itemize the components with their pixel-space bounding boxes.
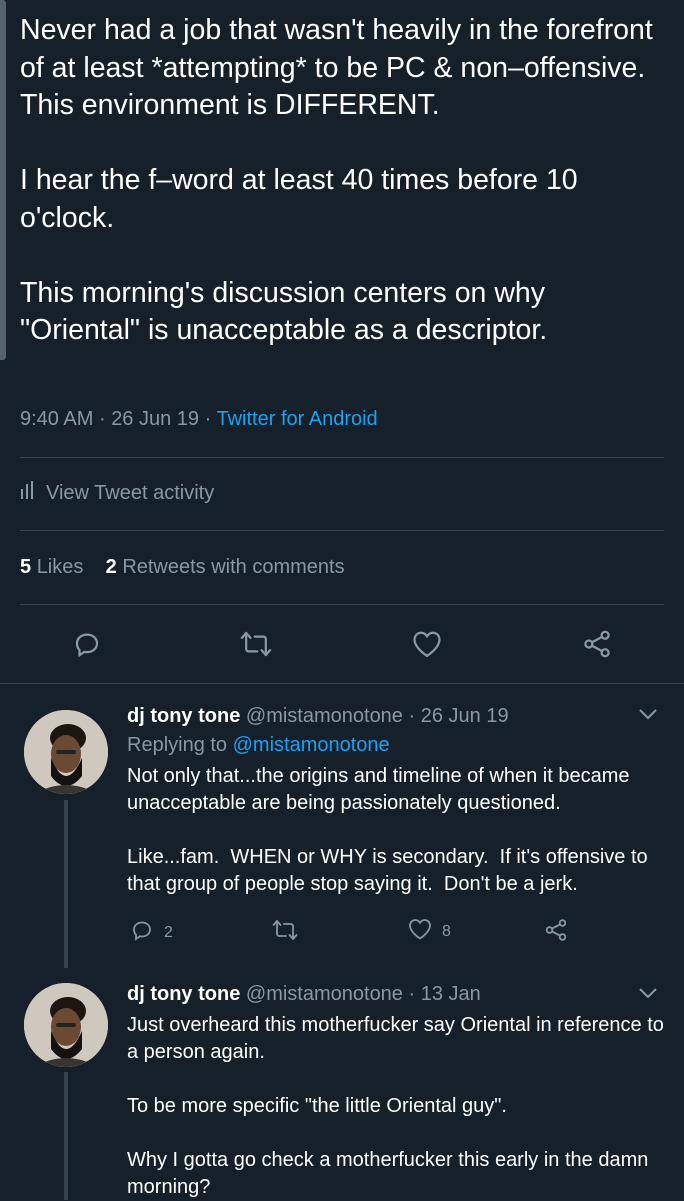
divider [20, 530, 664, 531]
reply-date: · 26 Jun 19 [408, 705, 509, 727]
retweet-icon[interactable] [272, 918, 298, 942]
bar-chart-icon [20, 481, 34, 505]
divider [20, 457, 664, 458]
likes-count: 5 [20, 556, 32, 578]
likes-stat[interactable]: 5 Likes [20, 556, 83, 578]
reply-text: Not only that...the origins and timeline… [127, 765, 648, 895]
tweet-stats: 5 Likes 2 Retweets with comments [20, 556, 345, 579]
divider [20, 604, 664, 605]
view-tweet-activity-label: View Tweet activity [46, 481, 215, 504]
scrollbar[interactable] [0, 0, 6, 360]
tweet-client-link[interactable]: Twitter for Android [216, 408, 377, 430]
replying-to-handle[interactable]: @mistamonotone [233, 734, 390, 756]
reply-count: 2 [164, 923, 173, 941]
reply-actions: 2 8 [0, 918, 684, 948]
display-name[interactable]: dj tony tone [127, 983, 240, 1005]
view-tweet-activity-button[interactable]: View Tweet activity [20, 481, 214, 505]
replying-to-prefix: Replying to [127, 734, 228, 756]
reply-header: dj tony tone @mistamonotone · 13 Jan [127, 983, 481, 1006]
like-heart-icon [408, 918, 432, 945]
tweet-time: 9:40 AM [20, 408, 94, 430]
thread-line [64, 1072, 68, 1200]
tweet-date: 26 Jun 19 [111, 408, 200, 430]
chevron-down-icon[interactable] [636, 702, 660, 726]
retweets-label: Retweets with comments [122, 556, 345, 578]
reply-text: Just overheard this motherfucker say Ori… [127, 1014, 664, 1198]
avatar[interactable] [24, 983, 108, 1067]
reply-icon[interactable] [67, 624, 107, 664]
replying-to: Replying to @mistamonotone [127, 734, 390, 757]
reply-icon [130, 918, 154, 947]
meta-separator: · [98, 408, 106, 430]
retweets-stat[interactable]: 2 Retweets with comments [106, 556, 345, 578]
tweet-actions [0, 624, 684, 668]
divider [0, 683, 684, 684]
retweets-count: 2 [105, 556, 117, 578]
like-button[interactable]: 8 [408, 918, 451, 945]
meta-separator: · [204, 408, 212, 430]
like-count: 8 [442, 922, 451, 940]
tweet-text: Never had a job that wasn't heavily in t… [20, 14, 653, 346]
like-heart-icon[interactable] [407, 624, 447, 664]
reply-header: dj tony tone @mistamonotone · 26 Jun 19 [127, 705, 509, 728]
user-handle[interactable]: @mistamonotone [246, 983, 403, 1005]
reply-button[interactable]: 2 [130, 918, 173, 947]
user-handle[interactable]: @mistamonotone [246, 705, 403, 727]
likes-label: Likes [36, 556, 84, 578]
share-icon[interactable] [577, 624, 617, 664]
retweet-icon[interactable] [236, 624, 276, 664]
avatar[interactable] [24, 710, 108, 794]
display-name[interactable]: dj tony tone [127, 705, 240, 727]
tweet-meta: 9:40 AM · 26 Jun 19 · Twitter for Androi… [20, 408, 378, 431]
reply-date: · 13 Jan [408, 983, 481, 1005]
share-icon[interactable] [544, 918, 568, 942]
chevron-down-icon[interactable] [636, 981, 660, 1005]
